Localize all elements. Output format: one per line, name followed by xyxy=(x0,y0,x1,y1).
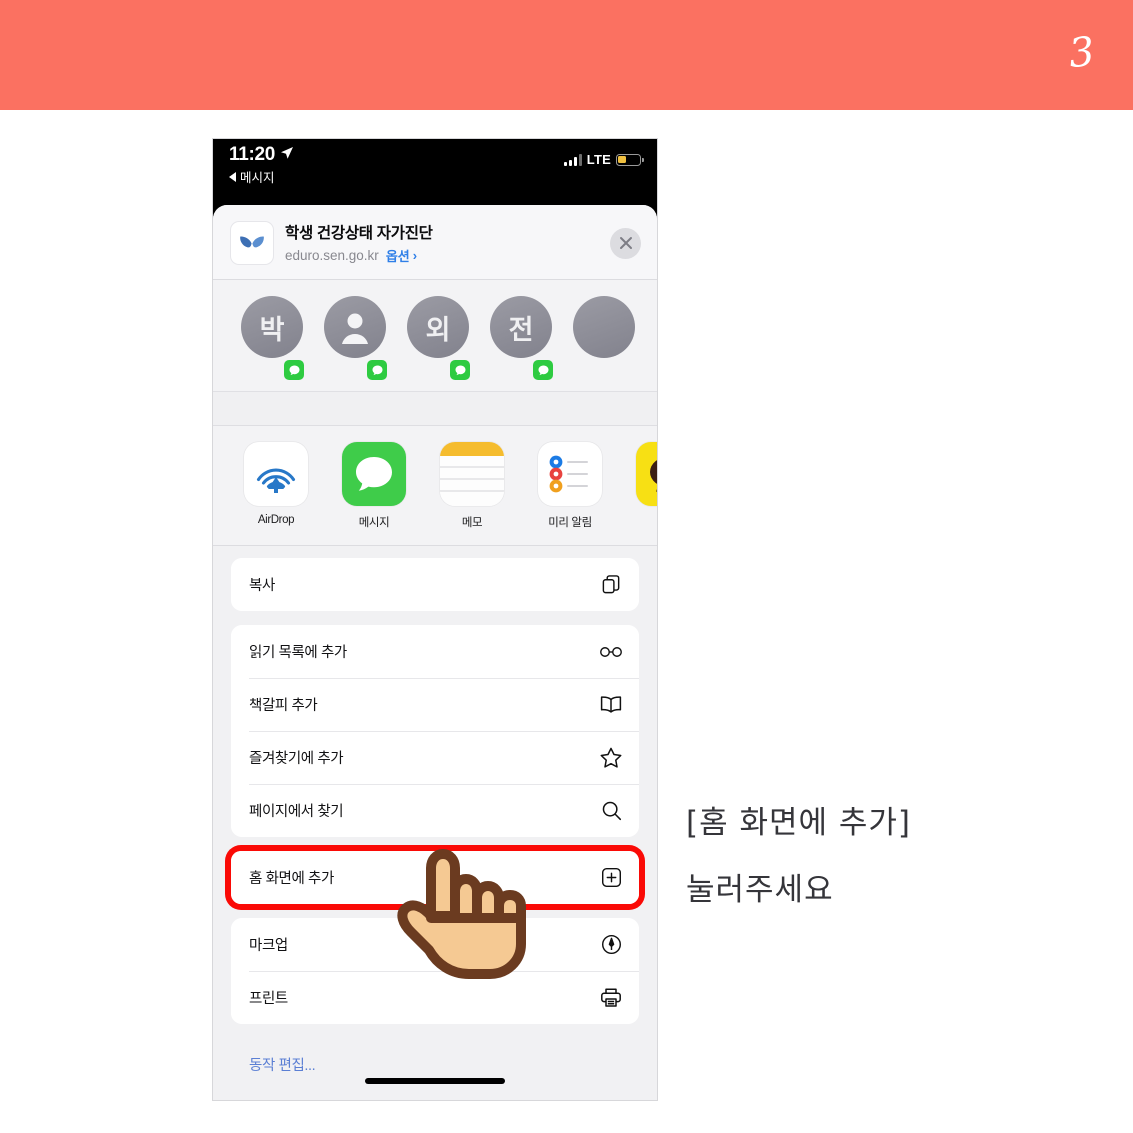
glasses-icon xyxy=(599,640,623,664)
annotation-text: [홈 화면에 추가] 눌러주세요 xyxy=(686,808,1086,906)
notes-icon xyxy=(440,442,504,506)
copy-icon xyxy=(599,573,623,597)
options-button[interactable]: 옵션 xyxy=(386,246,410,265)
back-triangle-icon xyxy=(229,171,236,182)
action-row-copy[interactable]: 복사 xyxy=(231,558,639,611)
close-icon xyxy=(619,237,632,249)
share-sheet-header: 학생 건강상태 자가진단 eduro.sen.go.kr 옵션 › xyxy=(213,205,657,280)
action-row-favorites[interactable]: 즐겨찾기에 추가 xyxy=(231,731,639,784)
action-label: 책갈피 추가 xyxy=(249,698,318,714)
avatar xyxy=(324,296,386,358)
action-list: 복사 읽기 목록에 추가 책갈피 추가 즐겨찾기에 추가 페이지에서 찾기 홈 … xyxy=(213,546,657,1075)
annotation-line-1: [홈 화면에 추가] xyxy=(686,805,912,841)
printer-icon xyxy=(599,986,623,1010)
app-label: 메모 xyxy=(461,517,483,529)
messages-badge-icon xyxy=(282,358,306,382)
action-label: 읽기 목록에 추가 xyxy=(249,645,347,661)
markup-icon xyxy=(599,933,623,957)
plus-square-icon xyxy=(599,866,623,890)
kakaotalk-icon xyxy=(636,442,657,506)
app-item-reminders[interactable]: 미리 알림 xyxy=(535,442,605,533)
contact-item-partial[interactable] xyxy=(573,296,635,381)
avatar: 외 xyxy=(407,296,469,358)
page-root: 3 11:20 메시지 LTE 학생 건강상태 자가진단 eduro.sen.g… xyxy=(0,0,1133,1133)
edit-actions-link[interactable]: 동작 편집... xyxy=(231,1038,639,1075)
avatar: 박 xyxy=(241,296,303,358)
page-title: 학생 건강상태 자가진단 xyxy=(285,225,433,242)
person-icon xyxy=(342,313,368,344)
app-label: 메시지 xyxy=(358,517,390,529)
contact-item[interactable]: 박 xyxy=(241,296,306,382)
messages-badge-icon xyxy=(448,358,472,382)
back-to-app[interactable]: 메시지 xyxy=(229,167,641,186)
action-group: 읽기 목록에 추가 책갈피 추가 즐겨찾기에 추가 페이지에서 찾기 xyxy=(231,625,639,837)
battery-low-power-icon xyxy=(616,153,644,166)
book-icon xyxy=(599,693,623,717)
location-arrow-icon xyxy=(280,146,294,165)
app-item-messages[interactable]: 메시지 xyxy=(339,442,409,533)
close-button[interactable] xyxy=(610,227,641,259)
action-row-markup[interactable]: 마크업 xyxy=(231,918,639,971)
action-row-reading-list[interactable]: 읽기 목록에 추가 xyxy=(231,625,639,678)
top-banner: 3 xyxy=(0,0,1133,110)
action-row-bookmark[interactable]: 책갈피 추가 xyxy=(231,678,639,731)
contacts-row[interactable]: 박 외 전 xyxy=(213,280,657,392)
back-app-label: 메시지 xyxy=(240,171,275,185)
app-item-kakaotalk[interactable]: 카 xyxy=(633,442,657,533)
contacts-row-spacer xyxy=(213,392,657,426)
action-group: 복사 xyxy=(231,558,639,611)
home-indicator[interactable] xyxy=(365,1078,505,1084)
contact-item[interactable]: 전 xyxy=(490,296,555,382)
messages-icon xyxy=(342,442,406,506)
action-label: 프린트 xyxy=(249,991,288,1007)
messages-badge-icon xyxy=(365,358,389,382)
annotation-line-2: 눌러주세요 xyxy=(686,872,834,908)
messages-badge-icon xyxy=(531,358,555,382)
page-subtitle: eduro.sen.go.kr 옵션 › xyxy=(285,246,598,265)
page-number: 3 xyxy=(1066,28,1098,78)
signal-bars-icon xyxy=(563,153,582,166)
star-icon xyxy=(599,746,623,770)
carrier-label: LTE xyxy=(586,152,611,167)
action-row-print[interactable]: 프린트 xyxy=(231,971,639,1024)
search-icon xyxy=(599,799,623,823)
app-item-notes[interactable]: 메모 xyxy=(437,442,507,533)
avatar: 전 xyxy=(490,296,552,358)
chevron-right-icon: › xyxy=(412,248,418,263)
avatar xyxy=(573,296,635,358)
action-label: 마크업 xyxy=(249,938,288,954)
app-label: AirDrop xyxy=(257,514,295,526)
action-group: 마크업 프린트 xyxy=(231,918,639,1024)
app-label: 카 xyxy=(633,514,657,530)
action-label: 복사 xyxy=(249,578,275,594)
phone-screenshot: 11:20 메시지 LTE 학생 건강상태 자가진단 eduro.sen.go.… xyxy=(212,138,658,1101)
app-label: 미리 알림 xyxy=(548,517,592,529)
status-right: LTE xyxy=(563,152,644,167)
status-bar: 11:20 메시지 LTE xyxy=(213,139,657,191)
apps-row[interactable]: AirDrop 메시지 메모 미리 알림 xyxy=(213,426,657,546)
share-sheet: 학생 건강상태 자가진단 eduro.sen.go.kr 옵션 › 박 외 전 … xyxy=(213,205,657,1100)
action-row-add-to-home-screen[interactable]: 홈 화면에 추가 xyxy=(231,851,639,904)
status-time: 11:20 xyxy=(229,144,276,165)
app-item-airdrop[interactable]: AirDrop xyxy=(241,442,311,533)
page-url: eduro.sen.go.kr xyxy=(285,248,379,263)
action-label: 페이지에서 찾기 xyxy=(249,804,344,820)
share-header-texts: 학생 건강상태 자가진단 eduro.sen.go.kr 옵션 › xyxy=(285,221,598,265)
contact-item[interactable]: 외 xyxy=(407,296,472,382)
action-row-find-in-page[interactable]: 페이지에서 찾기 xyxy=(231,784,639,837)
action-label: 홈 화면에 추가 xyxy=(249,871,334,887)
reminders-icon xyxy=(538,442,602,506)
action-group-highlighted: 홈 화면에 추가 xyxy=(231,851,639,904)
leaf-favicon xyxy=(231,222,273,264)
action-label: 즐겨찾기에 추가 xyxy=(249,751,344,767)
airdrop-icon xyxy=(244,442,308,506)
contact-item[interactable] xyxy=(324,296,389,382)
